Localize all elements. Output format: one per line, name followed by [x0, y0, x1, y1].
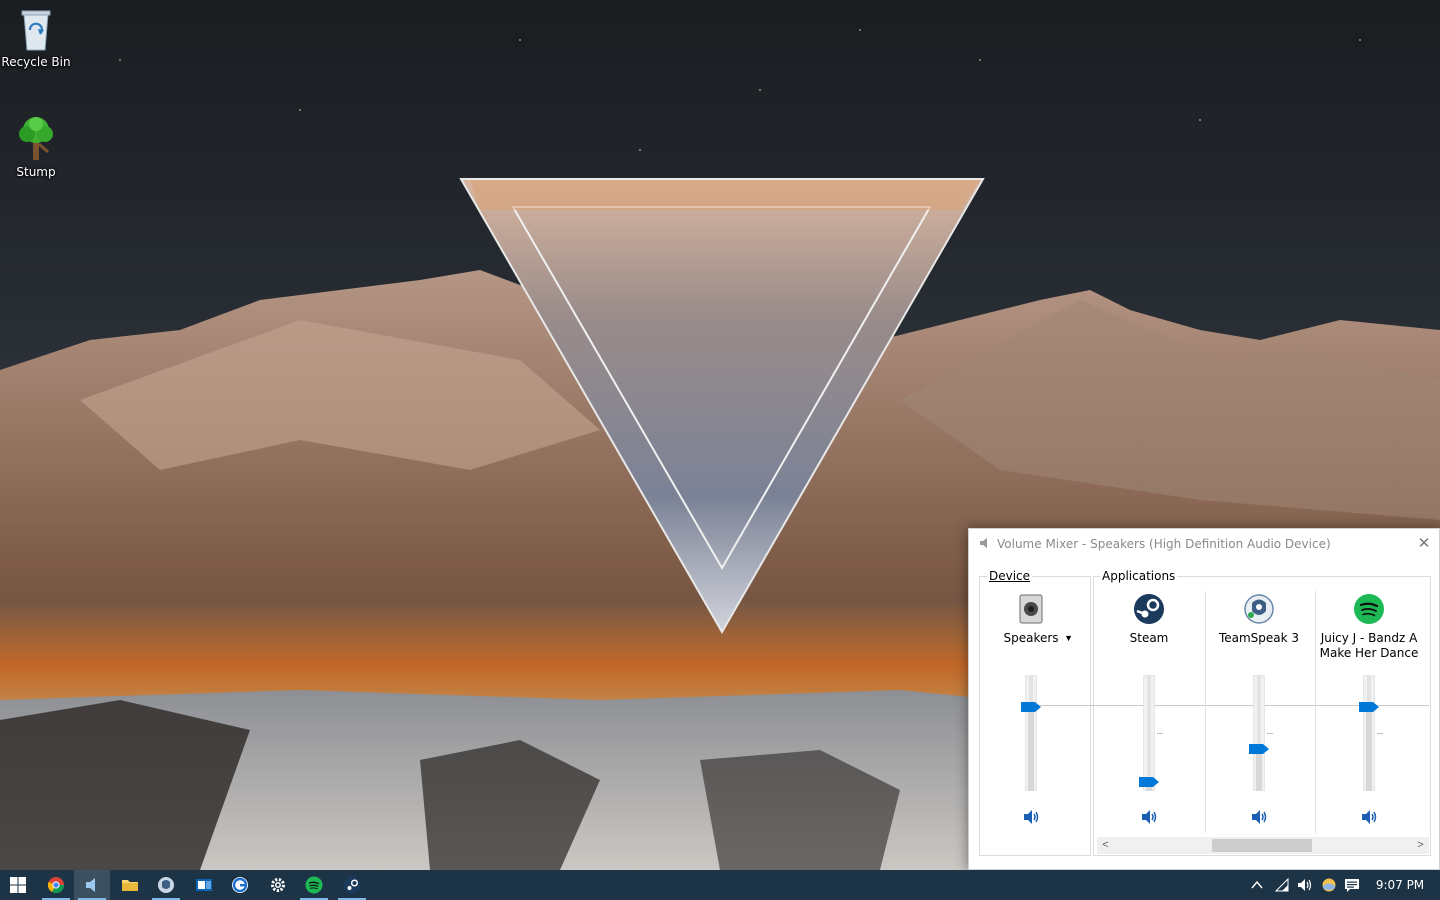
- slider-tick: [1157, 733, 1163, 734]
- gear-icon: [271, 878, 285, 892]
- folder-icon: [122, 880, 138, 891]
- steam-icon: [343, 876, 361, 894]
- taskbar: 9:07 PM: [0, 870, 1440, 900]
- desktop-icon-recycle-bin[interactable]: Recycle Bin: [0, 8, 72, 69]
- taskbar-chrome[interactable]: [38, 870, 74, 900]
- scroll-left-icon[interactable]: <: [1097, 837, 1114, 854]
- speaker-icon: [980, 538, 987, 548]
- device-group-label: Device: [987, 569, 1033, 583]
- scroll-right-icon[interactable]: >: [1412, 837, 1429, 854]
- horizontal-scrollbar[interactable]: < >: [1097, 837, 1429, 854]
- taskbar-clock[interactable]: 9:07 PM: [1370, 878, 1430, 892]
- teamspeak-icon: [158, 877, 174, 893]
- desktop-icon-label: Recycle Bin: [1, 55, 71, 69]
- recycle-bin-icon: [21, 10, 51, 51]
- mute-button[interactable]: [1022, 809, 1040, 825]
- channel-spotify: Juicy J - Bandz A Make Her Dance: [1315, 589, 1423, 829]
- taskbar-file-explorer[interactable]: [112, 870, 148, 900]
- chevron-up-icon[interactable]: [1249, 877, 1265, 893]
- volume-mixer-window: Volume Mixer - Speakers (High Definition…: [968, 528, 1440, 870]
- taskbar-spotify[interactable]: [296, 870, 332, 900]
- taskbar-grammarly[interactable]: [222, 870, 258, 900]
- desktop-icon-stump[interactable]: Stump: [0, 114, 72, 179]
- applications-group-label: Applications: [1100, 569, 1178, 583]
- title-bar[interactable]: Volume Mixer - Speakers (High Definition…: [969, 529, 1439, 559]
- channel-steam: Steam: [1095, 589, 1203, 829]
- volume-slider-thumb[interactable]: [1359, 702, 1379, 713]
- weather-icon[interactable]: [1321, 877, 1337, 893]
- speaker-device-icon[interactable]: [1015, 593, 1047, 625]
- window-title: Volume Mixer - Speakers (High Definition…: [997, 537, 1331, 551]
- volume-slider-thumb[interactable]: [1249, 744, 1269, 755]
- tree-icon: [19, 117, 53, 160]
- scrollbar-thumb[interactable]: [1212, 839, 1312, 852]
- taskbar-steam[interactable]: [334, 870, 370, 900]
- slider-tick: [1267, 733, 1273, 734]
- channel-teamspeak: TeamSpeak 3: [1205, 589, 1313, 829]
- taskbar-volume-mixer[interactable]: [74, 870, 110, 900]
- mail-icon: [196, 879, 212, 891]
- teamspeak-icon[interactable]: [1243, 593, 1275, 625]
- volume-slider-thumb[interactable]: [1021, 702, 1041, 713]
- channel-name: Juicy J - Bandz A Make Her Dance: [1319, 631, 1419, 660]
- g-circle-icon: [232, 877, 248, 893]
- mute-button[interactable]: [1360, 809, 1378, 825]
- close-button[interactable]: ✕: [1413, 533, 1435, 555]
- windows-logo-icon: [10, 877, 26, 893]
- channel-name: TeamSpeak 3: [1218, 631, 1300, 645]
- volume-slider-fill: [1146, 786, 1152, 791]
- volume-slider-fill: [1256, 754, 1262, 791]
- volume-slider-fill: [1028, 712, 1034, 791]
- speaker-icon: [1362, 810, 1377, 824]
- chevron-down-icon[interactable]: ▼: [1064, 633, 1073, 643]
- taskbar-settings[interactable]: [260, 870, 296, 900]
- speaker-icon: [86, 878, 95, 892]
- volume-slider-thumb[interactable]: [1139, 776, 1159, 787]
- steam-icon[interactable]: [1133, 593, 1165, 625]
- volume-slider-fill: [1366, 712, 1372, 791]
- volume-slider-track[interactable]: [1143, 675, 1155, 791]
- desktop-icon-label: Stump: [16, 165, 56, 179]
- mute-button[interactable]: [1250, 809, 1268, 825]
- spotify-icon: [305, 876, 323, 894]
- speaker-icon: [1142, 810, 1157, 824]
- slider-tick: [1377, 733, 1383, 734]
- mute-button[interactable]: [1140, 809, 1158, 825]
- speaker-icon: [1252, 810, 1267, 824]
- start-button[interactable]: [0, 870, 36, 900]
- network-icon[interactable]: [1274, 877, 1290, 893]
- spotify-icon[interactable]: [1353, 593, 1385, 625]
- taskbar-teamspeak[interactable]: [148, 870, 184, 900]
- channel-name: Steam: [1129, 631, 1169, 645]
- taskbar-outlook[interactable]: [186, 870, 222, 900]
- channel-speakers: Speakers ▼: [977, 589, 1085, 829]
- notification-icon[interactable]: [1344, 877, 1360, 893]
- chrome-icon: [47, 877, 65, 894]
- speaker-icon: [1024, 810, 1039, 824]
- volume-icon[interactable]: [1297, 877, 1313, 893]
